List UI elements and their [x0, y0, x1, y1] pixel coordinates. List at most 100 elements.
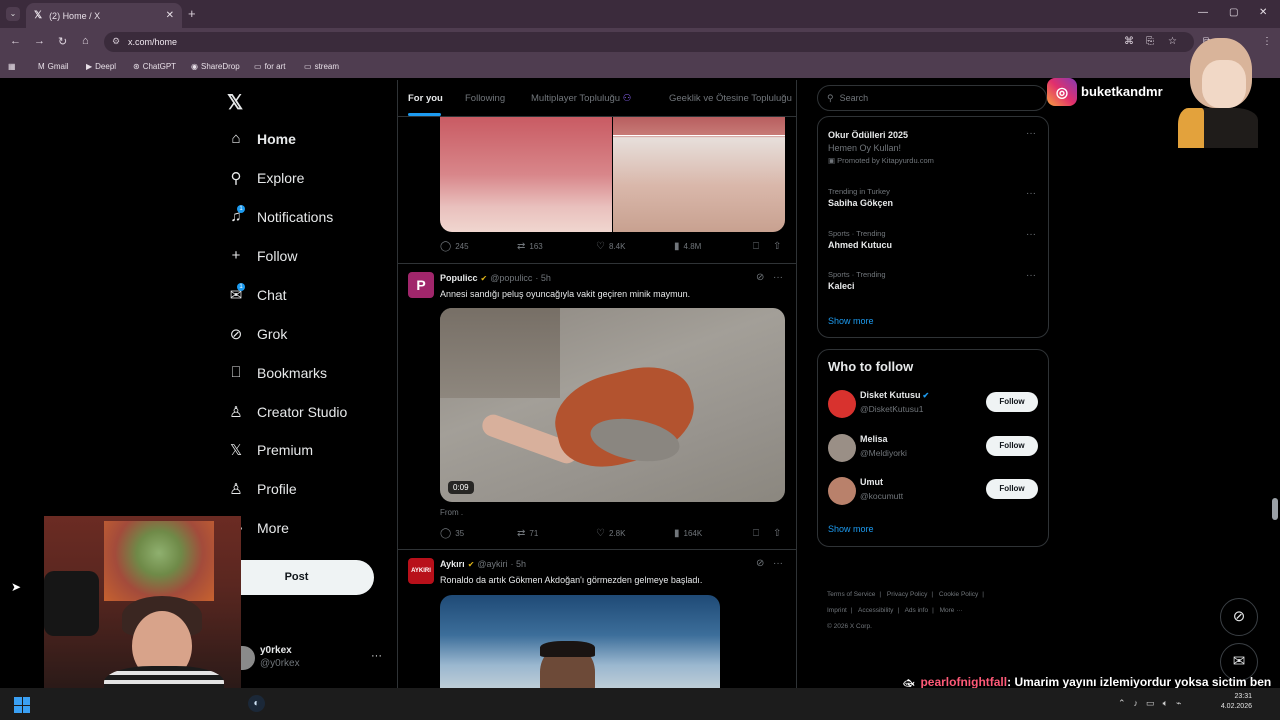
follow-suggestion[interactable]: Disket Kutusu ✔ @DisketKutusu1 Follow [828, 388, 1040, 418]
sidebar-item-profile[interactable]: ♙ Profile [226, 480, 296, 498]
bookmark-chatgpt[interactable]: ⊛ ChatGPT [133, 62, 176, 71]
x-logo-icon[interactable]: 𝕏 [227, 90, 243, 115]
sidebar-item-premium[interactable]: 𝕏 Premium [226, 441, 313, 459]
follow-button[interactable]: Follow [986, 479, 1038, 499]
post-button[interactable]: Post [219, 560, 374, 595]
tweet-more-icon[interactable]: ··· [773, 272, 783, 283]
aykiri-avatar[interactable]: AYKIRI [408, 558, 434, 584]
bookmark-star-icon[interactable]: ☆ [1168, 36, 1177, 47]
footer-link[interactable]: Cookie Policy [939, 591, 978, 598]
trends-show-more-link[interactable]: Show more [828, 316, 874, 326]
new-tab-button[interactable]: + [188, 6, 196, 21]
footer-link[interactable]: Accessibility [858, 607, 893, 614]
steam-icon[interactable]: ◐ [248, 695, 265, 712]
browser-tab[interactable]: 𝕏 (2) Home / X ✕ [26, 3, 182, 28]
display-icon[interactable]: ▭ [1146, 698, 1155, 709]
bookmark-stream[interactable]: ▭ stream [304, 62, 339, 71]
share-button[interactable]: ⇧ [773, 241, 781, 252]
tweet-more-icon[interactable]: ··· [773, 558, 783, 569]
tweet-author-name[interactable]: Populicc [440, 273, 478, 283]
tweet-author-handle[interactable]: @aykiri [477, 559, 507, 569]
trend-item[interactable]: Okur Ödülleri 2025 Hemen Oy Kullan! ▣ Pr… [828, 128, 934, 165]
footer-link[interactable]: More ··· [940, 607, 963, 614]
browser-menu-icon[interactable]: ⋮ [1262, 36, 1272, 47]
share-button[interactable]: ⇧ [773, 528, 781, 539]
bookmark-for-art[interactable]: ▭ for art [254, 62, 285, 71]
follow-button[interactable]: Follow [986, 392, 1038, 412]
apps-icon[interactable]: ▦ [8, 62, 16, 71]
follow-suggestion[interactable]: Melisa @Meldiyorki Follow [828, 432, 1040, 462]
grok-explain-icon[interactable]: ⊘ [756, 558, 764, 569]
views-button[interactable]: ▮ 4.8M [674, 241, 701, 252]
grok-explain-icon[interactable]: ⊘ [756, 272, 764, 283]
tweet-video[interactable]: 0:09 [440, 308, 785, 502]
taskbar-clock[interactable]: 23:31 4.02.2026 [1212, 692, 1252, 712]
network-icon[interactable]: ⌁ [1176, 698, 1181, 709]
repost-button[interactable]: ⇄ 71 [517, 528, 538, 539]
suggestion-avatar[interactable] [828, 477, 856, 505]
trend-item[interactable]: Trending in Turkey Sabiha Gökçen [828, 187, 893, 208]
populicc-avatar[interactable]: P [408, 272, 434, 298]
tab-following[interactable]: Following [465, 93, 505, 104]
sidebar-item-grok[interactable]: ⊘ Grok [226, 325, 288, 343]
install-app-icon[interactable]: ⎘ [1146, 36, 1154, 47]
tweet-image-left[interactable] [440, 117, 612, 232]
video-source[interactable]: From . [440, 508, 463, 517]
tweet-time[interactable]: · 5h [535, 273, 551, 283]
tweet-author-handle[interactable]: @populicc [490, 273, 532, 283]
sidebar-item-home[interactable]: ⌂ Home [226, 130, 295, 147]
reply-button[interactable]: ◯ 35 [440, 528, 464, 539]
follow-suggestion[interactable]: Umut @kocumutt Follow [828, 475, 1040, 505]
like-button[interactable]: ♡ 2.8K [596, 528, 625, 539]
tab-search-button[interactable]: ⌄ [6, 7, 20, 21]
repost-button[interactable]: ⇄ 163 [517, 241, 543, 252]
footer-link[interactable]: Privacy Policy [887, 591, 927, 598]
bookmark-sharedrop[interactable]: ◉ ShareDrop [191, 62, 240, 71]
who-to-follow-show-more-link[interactable]: Show more [828, 524, 874, 534]
bookmark-gmail[interactable]: M Gmail [38, 62, 69, 71]
like-button[interactable]: ♡ 8.4K [596, 241, 625, 252]
windows-start-icon[interactable] [14, 697, 30, 713]
tweet-author-name[interactable]: Aykırı [440, 559, 465, 569]
sidebar-item-follow[interactable]: + Follow [226, 247, 298, 264]
footer-link[interactable]: Imprint [827, 607, 847, 614]
account-more-icon[interactable]: ··· [371, 650, 382, 662]
trend-item[interactable]: Sports · Trending Kaleci [828, 270, 886, 291]
scrollbar-thumb[interactable] [1272, 498, 1278, 520]
tray-chevron-icon[interactable]: ⌃ [1118, 698, 1126, 709]
translate-icon[interactable]: ⌘ [1124, 36, 1134, 47]
sidebar-item-explore[interactable]: ⚲ Explore [226, 169, 305, 187]
tab-close-icon[interactable]: ✕ [166, 10, 174, 21]
footer-link[interactable]: Ads info [905, 607, 929, 614]
trend-more-icon[interactable]: ··· [1026, 128, 1036, 139]
maximize-button[interactable]: ▢ [1229, 7, 1238, 18]
grok-fab-icon[interactable]: ⊘ [1220, 598, 1258, 636]
reply-button[interactable]: ◯ 245 [440, 241, 469, 252]
suggestion-avatar[interactable] [828, 390, 856, 418]
account-switcher[interactable]: y0rkex @y0rkex [260, 645, 300, 669]
bookmark-button[interactable]: ⎕ [753, 528, 759, 539]
tweet-image[interactable] [440, 595, 720, 695]
home-icon[interactable]: ⌂ [82, 35, 89, 47]
forward-icon[interactable]: → [34, 35, 45, 47]
tweet-time[interactable]: · 5h [511, 559, 527, 569]
close-window-button[interactable]: ✕ [1259, 7, 1267, 18]
back-icon[interactable]: ← [10, 35, 21, 47]
tab-for-you[interactable]: For you [408, 93, 443, 104]
follow-button[interactable]: Follow [986, 436, 1038, 456]
sidebar-item-creator-studio[interactable]: ♙ Creator Studio [226, 403, 347, 421]
bookmark-deepl[interactable]: ▶ Deepl [86, 62, 116, 71]
suggestion-avatar[interactable] [828, 434, 856, 462]
address-bar[interactable]: ⚙ x.com/home [104, 32, 1194, 52]
sidebar-item-notifications[interactable]: ♫ 1 Notifications [226, 205, 333, 225]
search-input[interactable]: ⚲ Search [817, 85, 1047, 111]
tab-geeklik[interactable]: Geeklik ve Ötesine Topluluğu [669, 93, 792, 104]
site-info-icon[interactable]: ⚙ [112, 36, 120, 47]
mic-icon[interactable]: ♪ [1134, 698, 1139, 709]
views-button[interactable]: ▮ 164K [674, 528, 702, 539]
footer-link[interactable]: Terms of Service [827, 591, 875, 598]
bookmark-button[interactable]: ⎕ [753, 241, 759, 252]
volume-icon[interactable]: 🔈︎ [1163, 698, 1168, 709]
sidebar-item-bookmarks[interactable]: ⎕ Bookmarks [226, 364, 327, 381]
trend-more-icon[interactable]: ··· [1026, 270, 1036, 281]
